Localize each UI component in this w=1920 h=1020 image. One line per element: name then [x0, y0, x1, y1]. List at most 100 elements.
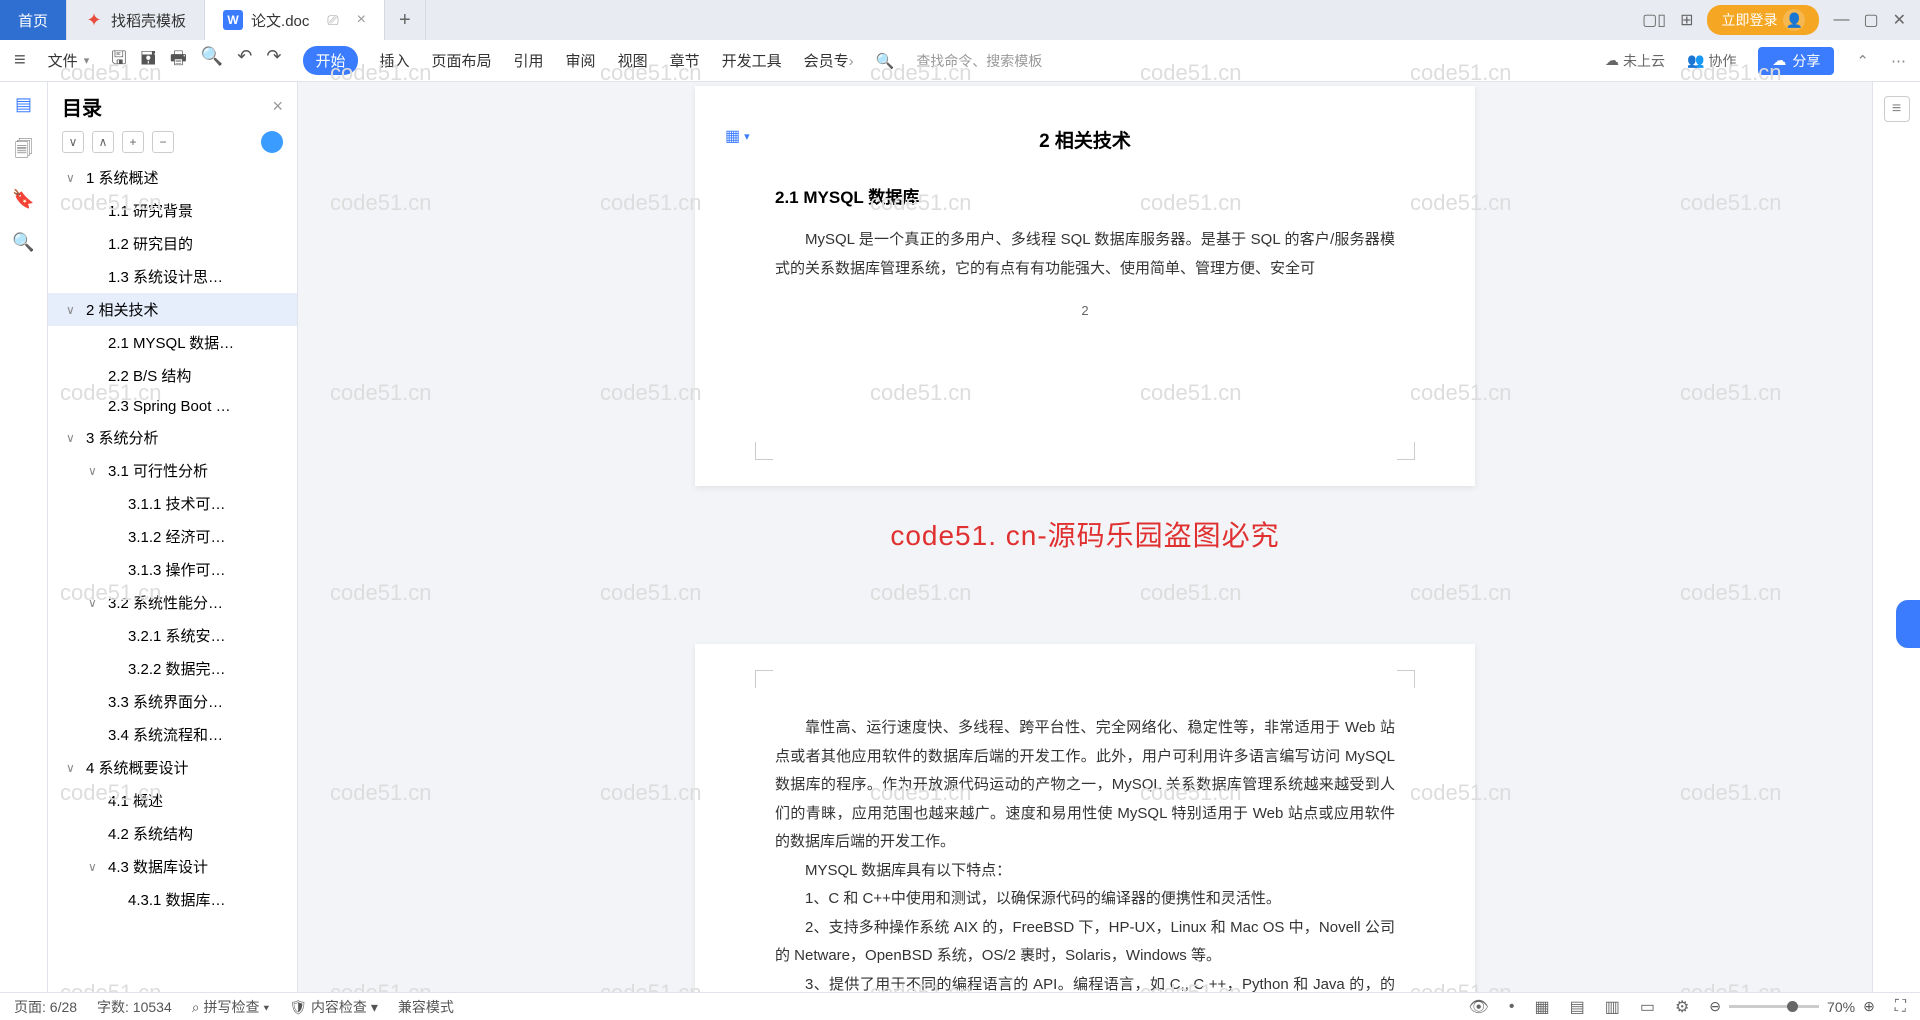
toc-item[interactable]: ∨3 系统分析 — [48, 421, 297, 454]
cloud-status[interactable]: ☁未上云 — [1605, 51, 1665, 71]
toc-item[interactable]: ∨4.3 数据库设计 — [48, 850, 297, 883]
status-compat[interactable]: 兼容模式 — [398, 997, 454, 1017]
add-item-icon[interactable]: + — [122, 131, 144, 153]
page-tools-icon[interactable]: ▦ ▾ — [725, 126, 750, 146]
panel-toggle-icon[interactable]: ≡ — [1884, 96, 1910, 122]
more-icon[interactable]: ⋯ — [1891, 52, 1906, 70]
collapse-all-icon[interactable]: ∨ — [62, 131, 84, 153]
collab-button[interactable]: 👥协作 — [1687, 51, 1736, 71]
grid-icon[interactable]: ⊞ — [1680, 10, 1693, 30]
template-icon: ✦ — [85, 11, 103, 29]
tab-home[interactable]: 首页 — [0, 0, 67, 40]
zoom-in-icon[interactable]: ⊕ — [1863, 998, 1875, 1015]
toc-item[interactable]: 1.3 系统设计思… — [48, 260, 297, 293]
chevron-right-icon: › — [849, 53, 854, 70]
toc-item[interactable]: 1.1 研究背景 — [48, 194, 297, 227]
gear-icon[interactable]: ⚙ — [1675, 997, 1689, 1017]
bookmark-icon[interactable]: 🔖 — [12, 189, 34, 210]
toc-title: 目录 — [62, 92, 102, 121]
zoom-slider[interactable]: ⊖ 70% ⊕ — [1709, 998, 1875, 1015]
expand-icon: ∨ — [66, 431, 80, 445]
view-web-icon[interactable]: ▥ — [1605, 997, 1620, 1017]
maximize-icon[interactable]: ▢ — [1863, 10, 1878, 30]
ribbon-tab-review[interactable]: 审阅 — [566, 50, 596, 71]
toc-item-label: 3.1.2 经济可… — [128, 526, 226, 547]
login-button[interactable]: 立即登录 👤 — [1707, 5, 1819, 35]
toc-item[interactable]: ∨4 系统概要设计 — [48, 751, 297, 784]
view-page-icon[interactable]: ▦ — [1534, 997, 1549, 1017]
layout-icon[interactable]: ▢▯ — [1642, 10, 1666, 30]
toc-item[interactable]: ∨2 相关技术 — [48, 293, 297, 326]
toc-item[interactable]: 3.1.1 技术可… — [48, 487, 297, 520]
toc-item[interactable]: 4.1 概述 — [48, 784, 297, 817]
toc-item[interactable]: ∨3.1 可行性分析 — [48, 454, 297, 487]
status-words[interactable]: 字数: 10534 — [97, 997, 172, 1017]
preview-icon[interactable]: 🔍 — [201, 46, 223, 76]
expand-icon: ∨ — [66, 761, 80, 775]
toc-item-label: 3.4 系统流程和… — [108, 724, 223, 745]
ribbon-tab-devtools[interactable]: 开发工具 — [722, 50, 782, 71]
search-icon[interactable]: 🔍 — [876, 52, 895, 70]
toc-item[interactable]: 3.2.2 数据完… — [48, 652, 297, 685]
clipboard-icon[interactable]: 🗐 — [15, 137, 33, 167]
ribbon-tab-view[interactable]: 视图 — [618, 50, 648, 71]
undo-icon[interactable]: ↶ — [237, 46, 252, 76]
menu-icon[interactable]: ≡ — [14, 49, 26, 72]
toc-item[interactable]: 3.1.3 操作可… — [48, 553, 297, 586]
toc-item[interactable]: 3.1.2 经济可… — [48, 520, 297, 553]
toc-item[interactable]: 2.2 B/S 结构 — [48, 359, 297, 392]
toc-item[interactable]: 3.4 系统流程和… — [48, 718, 297, 751]
save-as-icon[interactable]: 🖬 — [141, 46, 156, 76]
ai-assist-icon[interactable] — [261, 131, 283, 153]
save-icon[interactable]: 🖫 — [111, 46, 126, 76]
search-placeholder[interactable]: 查找命令、搜索模板 — [916, 51, 1042, 71]
ribbon-tab-sections[interactable]: 章节 — [670, 50, 700, 71]
print-icon[interactable]: 🖶 — [170, 46, 187, 76]
toc-item-label: 1.3 系统设计思… — [108, 266, 223, 287]
toc-item[interactable]: 4.2 系统结构 — [48, 817, 297, 850]
toc-item[interactable]: 1.2 研究目的 — [48, 227, 297, 260]
tab-template[interactable]: ✦ 找稻壳模板 — [67, 0, 205, 40]
close-toc-icon[interactable]: × — [272, 96, 283, 117]
close-icon[interactable]: × — [357, 11, 366, 29]
window-controls: ▢▯ ⊞ 立即登录 👤 — ▢ ✕ — [1628, 0, 1920, 40]
status-content[interactable]: 🛡 内容检查 ▾ — [289, 997, 378, 1017]
toc-item[interactable]: 2.3 Spring Boot … — [48, 392, 297, 421]
document-page: 靠性高、运行速度快、多线程、跨平台性、完全网络化、稳定性等，非常适用于 Web … — [695, 644, 1475, 992]
collab-icon: 👥 — [1687, 52, 1704, 69]
share-button[interactable]: ☁分享 — [1758, 47, 1834, 75]
tab-add[interactable]: + — [385, 0, 426, 40]
status-spell[interactable]: ⌕ 拼写检查 ▾ — [192, 997, 270, 1017]
toc-item[interactable]: ∨3.2 系统性能分… — [48, 586, 297, 619]
remove-item-icon[interactable]: − — [152, 131, 174, 153]
file-menu[interactable]: 文件▾ — [48, 50, 90, 71]
ribbon-tab-member[interactable]: 会员专› — [804, 50, 854, 71]
close-window-icon[interactable]: ✕ — [1893, 10, 1906, 30]
view-read-icon[interactable]: ▭ — [1640, 997, 1655, 1017]
ribbon-tab-start[interactable]: 开始 — [303, 46, 357, 75]
cast-icon[interactable]: ⎚ — [327, 12, 338, 29]
expand-all-icon[interactable]: ∧ — [92, 131, 114, 153]
status-page[interactable]: 页面: 6/28 — [14, 997, 77, 1017]
toc-item[interactable]: 4.3.1 数据库… — [48, 883, 297, 916]
tab-document[interactable]: W 论文.doc ⎚ × — [205, 0, 385, 40]
redo-icon[interactable]: ↷ — [266, 46, 281, 76]
dot-icon[interactable]: • — [1509, 998, 1515, 1016]
ribbon-tab-pagelayout[interactable]: 页面布局 — [432, 50, 492, 71]
collapse-ribbon-icon[interactable]: ⌃ — [1856, 52, 1869, 70]
toc-item[interactable]: 2.1 MYSQL 数据… — [48, 326, 297, 359]
toc-item[interactable]: 3.3 系统界面分… — [48, 685, 297, 718]
fullscreen-icon[interactable]: ⛶ — [1895, 998, 1906, 1016]
view-outline-icon[interactable]: ▤ — [1570, 997, 1585, 1017]
expand-icon: ∨ — [66, 303, 80, 317]
toc-item[interactable]: 3.2.1 系统安… — [48, 619, 297, 652]
ribbon-tab-insert[interactable]: 插入 — [380, 50, 410, 71]
outline-icon[interactable]: ▤ — [15, 94, 32, 115]
find-icon[interactable]: 🔍 — [12, 232, 34, 253]
toc-item[interactable]: ∨1 系统概述 — [48, 161, 297, 194]
ribbon-tab-reference[interactable]: 引用 — [514, 50, 544, 71]
feedback-button[interactable] — [1896, 600, 1920, 648]
minimize-icon[interactable]: — — [1833, 11, 1849, 29]
zoom-out-icon[interactable]: ⊖ — [1709, 998, 1721, 1015]
eye-icon[interactable]: 👁 — [1469, 997, 1489, 1017]
